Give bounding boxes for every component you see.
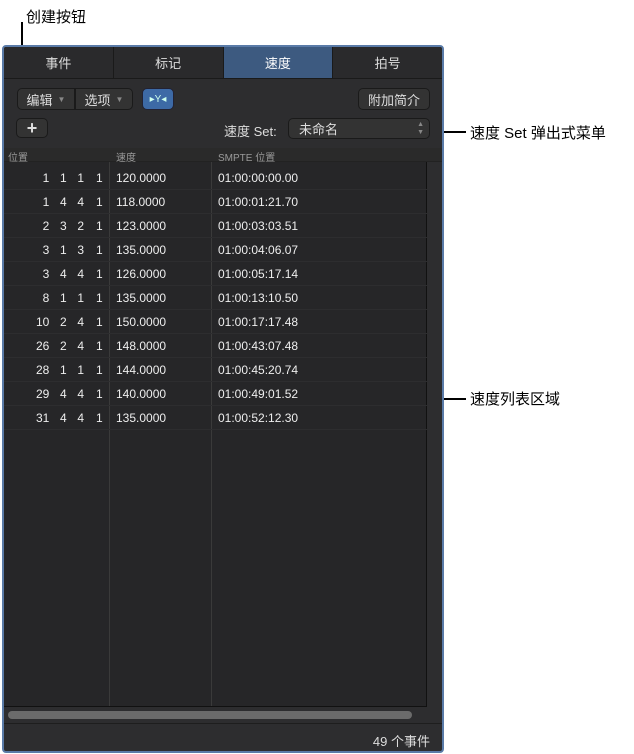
beat-cell[interactable]: 1 (96, 387, 103, 401)
tempo-cell[interactable]: 148.0000 (116, 339, 166, 353)
plus-icon: + (26, 118, 38, 138)
create-button[interactable]: + (16, 118, 48, 138)
beat-cell[interactable]: 1 (96, 267, 103, 281)
tab-events[interactable]: 事件 (4, 47, 114, 78)
table-row[interactable]: 3 1 3 1 135.0000 01:00:04:06.07 (4, 238, 427, 262)
tempo-cell[interactable]: 126.0000 (116, 267, 166, 281)
table-row[interactable]: 29 4 4 1 140.0000 01:00:49:01.52 (4, 382, 427, 406)
chevron-down-icon: ▼ (115, 94, 124, 104)
tab-tempo[interactable]: 速度 (223, 47, 334, 78)
tempo-cell[interactable]: 118.0000 (116, 195, 165, 209)
tempo-list[interactable]: 1 1 1 1 120.0000 01:00:00:00.00 1 4 4 1 1… (4, 162, 427, 707)
beat-cell[interactable]: 1 (96, 315, 103, 329)
position-cell[interactable]: 10 2 4 (36, 315, 84, 329)
status-bar: 49 个事件 (4, 723, 442, 751)
table-row[interactable]: 2 3 2 1 123.0000 01:00:03:03.51 (4, 214, 427, 238)
position-cell[interactable]: 26 2 4 (36, 339, 84, 353)
tempo-set-label: 速度 Set: (224, 124, 277, 139)
tempo-set-row: + 速度 Set: 未命名 ▲ ▼ (4, 115, 442, 142)
column-header: 位置 速度 SMPTE 位置 (4, 148, 442, 164)
tempo-cell[interactable]: 144.0000 (116, 363, 166, 377)
beat-cell[interactable]: 1 (96, 291, 103, 305)
smpte-cell[interactable]: 01:00:43:07.48 (218, 339, 298, 353)
position-cell[interactable]: 3 4 4 (43, 267, 84, 281)
tempo-cell[interactable]: 135.0000 (116, 411, 166, 425)
callout-tempo-set: 速度 Set 弹出式菜单 (470, 125, 606, 142)
table-row[interactable]: 31 4 4 1 135.0000 01:00:52:12.30 (4, 406, 427, 430)
stepper-arrows-icon: ▲ ▼ (417, 121, 424, 136)
beat-cell[interactable]: 1 (96, 363, 103, 377)
table-row[interactable]: 10 2 4 1 150.0000 01:00:17:17.48 (4, 310, 427, 334)
table-row[interactable]: 8 1 1 1 135.0000 01:00:13:10.50 (4, 286, 427, 310)
smpte-cell[interactable]: 01:00:13:10.50 (218, 291, 298, 305)
smpte-cell[interactable]: 01:00:05:17.14 (218, 267, 298, 281)
toolbar: 编辑 ▼ 选项 ▼ ▸Y◂ 附加简介 (4, 79, 442, 115)
tempo-cell[interactable]: 123.0000 (116, 219, 166, 233)
beat-cell[interactable]: 1 (96, 171, 103, 185)
horizontal-scrollbar[interactable] (8, 711, 412, 719)
additional-info-button[interactable]: 附加简介 (358, 88, 430, 110)
beat-cell[interactable]: 1 (96, 243, 103, 257)
smpte-cell[interactable]: 01:00:00:00.00 (218, 171, 298, 185)
beat-cell[interactable]: 1 (96, 411, 103, 425)
position-cell[interactable]: 1 4 4 (43, 195, 84, 209)
tempo-cell[interactable]: 150.0000 (116, 315, 166, 329)
chevron-down-icon: ▼ (57, 94, 66, 104)
table-row[interactable]: 1 1 1 1 120.0000 01:00:00:00.00 (4, 166, 427, 190)
tab-bar: 事件 标记 速度 拍号 (4, 47, 442, 79)
position-cell[interactable]: 28 1 1 (36, 363, 84, 377)
tempo-cell[interactable]: 140.0000 (116, 387, 166, 401)
tempo-cell[interactable]: 135.0000 (116, 291, 166, 305)
event-count: 49 个事件 (372, 734, 430, 749)
smpte-cell[interactable]: 01:00:01:21.70 (218, 195, 298, 209)
tempo-cell[interactable]: 120.0000 (116, 171, 166, 185)
callout-create-button: 创建按钮 (26, 9, 87, 26)
smpte-cell[interactable]: 01:00:45:20.74 (218, 363, 298, 377)
edit-menu-button[interactable]: 编辑 ▼ (17, 88, 75, 110)
position-cell[interactable]: 29 4 4 (36, 387, 84, 401)
position-cell[interactable]: 1 1 1 (43, 171, 84, 185)
edit-label: 编辑 (26, 92, 53, 108)
tempo-cell[interactable]: 135.0000 (116, 243, 166, 257)
beat-cell[interactable]: 1 (96, 219, 103, 233)
table-row[interactable]: 26 2 4 1 148.0000 01:00:43:07.48 (4, 334, 427, 358)
tab-markers[interactable]: 标记 (113, 47, 224, 78)
tempo-set-value: 未命名 (299, 122, 339, 137)
position-cell[interactable]: 3 1 3 (43, 243, 84, 257)
tempo-set-popup[interactable]: 未命名 ▲ ▼ (288, 118, 430, 139)
beat-cell[interactable]: 1 (96, 195, 103, 209)
table-row[interactable]: 28 1 1 1 144.0000 01:00:45:20.74 (4, 358, 427, 382)
options-label: 选项 (84, 92, 111, 108)
smpte-cell[interactable]: 01:00:03:03.51 (218, 219, 298, 233)
table-row[interactable]: 1 4 4 1 118.0000 01:00:01:21.70 (4, 190, 427, 214)
smpte-cell[interactable]: 01:00:52:12.30 (218, 411, 298, 425)
smpte-cell[interactable]: 01:00:17:17.48 (218, 315, 298, 329)
table-row[interactable]: 3 4 4 1 126.0000 01:00:05:17.14 (4, 262, 427, 286)
filter-button[interactable]: ▸Y◂ (142, 88, 174, 110)
beat-cell[interactable]: 1 (96, 339, 103, 353)
tab-signature[interactable]: 拍号 (333, 47, 442, 78)
smpte-cell[interactable]: 01:00:04:06.07 (218, 243, 298, 257)
position-cell[interactable]: 2 3 2 (43, 219, 84, 233)
position-cell[interactable]: 31 4 4 (36, 411, 84, 425)
filter-icon: ▸Y◂ (149, 93, 167, 105)
callout-list-area: 速度列表区域 (470, 391, 561, 408)
tempo-list-editor: 事件 标记 速度 拍号 编辑 ▼ 选项 ▼ ▸Y◂ 附加简介 + 速度 Set: 未… (2, 45, 444, 753)
smpte-cell[interactable]: 01:00:49:01.52 (218, 387, 298, 401)
position-cell[interactable]: 8 1 1 (43, 291, 84, 305)
options-menu-button[interactable]: 选项 ▼ (75, 88, 133, 110)
